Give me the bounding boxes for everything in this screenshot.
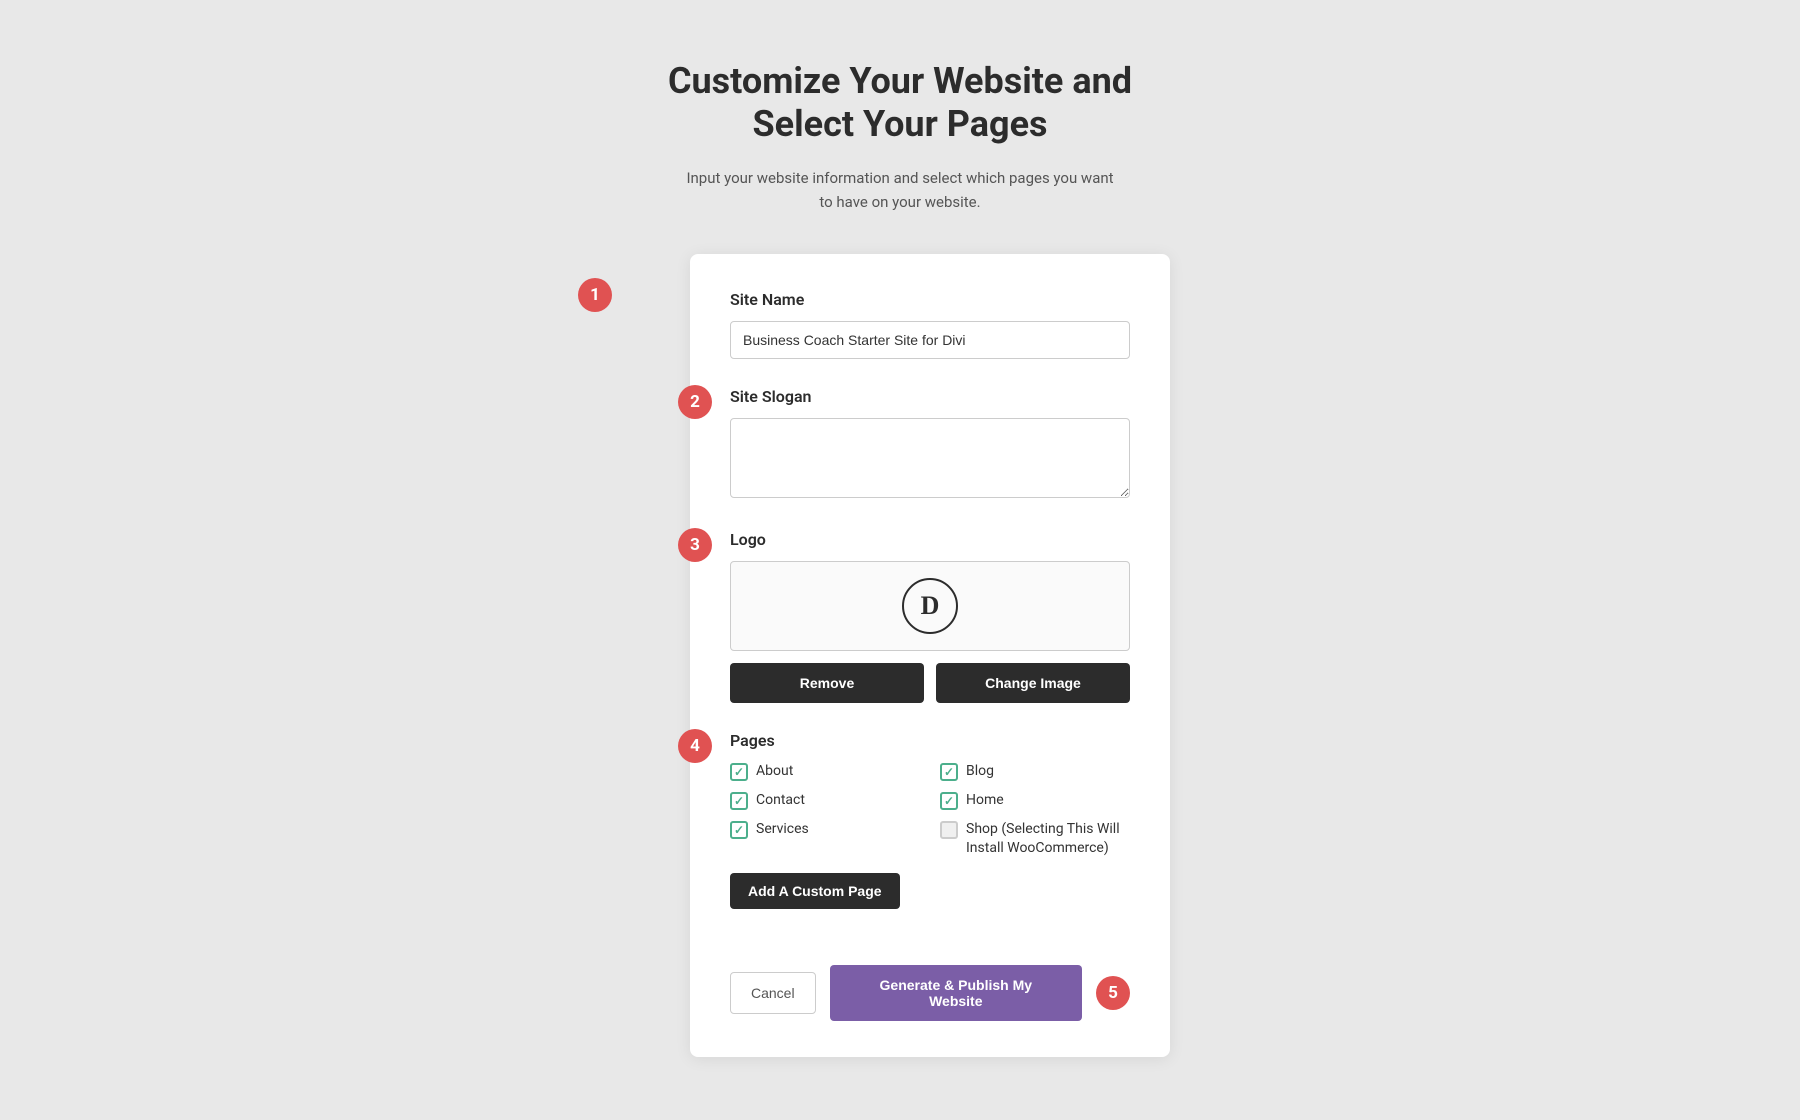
cancel-button[interactable]: Cancel [730,972,816,1014]
footer-row: Cancel Generate & Publish My Website 5 [730,965,1130,1021]
page-item-about[interactable]: About [730,762,920,781]
page-item-services[interactable]: Services [730,820,920,856]
checkbox-about[interactable] [730,763,748,781]
checkbox-shop[interactable] [940,821,958,839]
page-name-home: Home [966,791,1004,809]
page-name-services: Services [756,820,809,838]
site-name-section: Site Name [730,290,1130,359]
step-1-badge: 1 [578,278,612,312]
logo-label: Logo [730,530,766,549]
change-image-button[interactable]: Change Image [936,663,1130,703]
checkbox-blog[interactable] [940,763,958,781]
step-4-badge: 4 [678,729,712,763]
pages-section: 4 Pages About Blog Contact [730,731,1130,936]
logo-preview: D [730,561,1130,651]
publish-button[interactable]: Generate & Publish My Website [830,965,1082,1021]
page-subtitle: Input your website information and selec… [680,166,1120,214]
logo-icon: D [902,578,958,634]
page-item-blog[interactable]: Blog [940,762,1130,781]
page-name-blog: Blog [966,762,994,780]
site-slogan-input[interactable] [730,418,1130,498]
logo-section: 3 Logo D Remove Change Image [730,530,1130,703]
page-item-contact[interactable]: Contact [730,791,920,810]
step-3-badge: 3 [678,528,712,562]
pages-label: Pages [730,731,775,750]
pages-grid: About Blog Contact Home [730,762,1130,856]
main-card: Site Name 2 Site Slogan 3 Logo D Remove … [690,254,1170,1056]
site-name-label: Site Name [730,290,804,309]
step-5-badge: 5 [1096,976,1130,1010]
page-title: Customize Your Website and Select Your P… [668,60,1132,146]
checkbox-home[interactable] [940,792,958,810]
page-item-home[interactable]: Home [940,791,1130,810]
page-item-shop[interactable]: Shop (Selecting This Will Install WooCom… [940,820,1130,856]
checkbox-contact[interactable] [730,792,748,810]
logo-button-row: Remove Change Image [730,663,1130,703]
page-name-contact: Contact [756,791,805,809]
site-slogan-section: 2 Site Slogan [730,387,1130,502]
checkbox-services[interactable] [730,821,748,839]
page-name-shop: Shop (Selecting This Will Install WooCom… [966,820,1130,856]
site-name-input[interactable] [730,321,1130,359]
remove-button[interactable]: Remove [730,663,924,703]
site-slogan-label: Site Slogan [730,387,812,406]
step-2-badge: 2 [678,385,712,419]
add-custom-page-button[interactable]: Add A Custom Page [730,873,900,909]
page-name-about: About [756,762,793,780]
